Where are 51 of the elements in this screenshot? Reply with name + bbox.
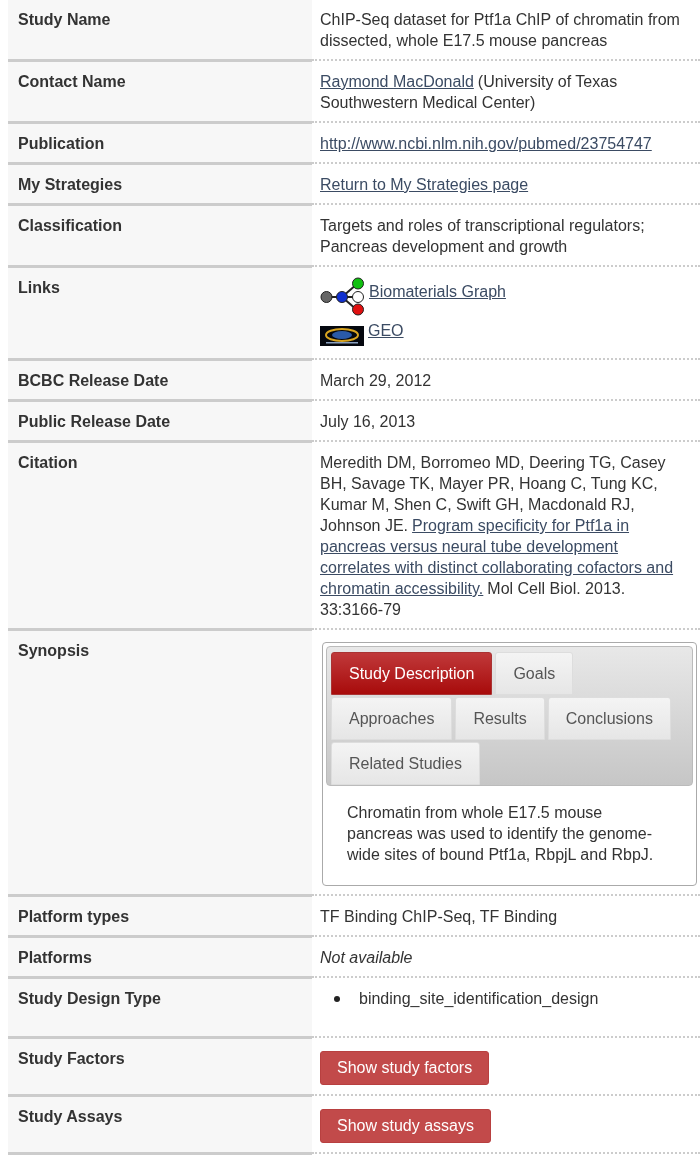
link[interactable]: correlates with distinct collaborating cofactors and <box>320 557 674 578</box>
field-value: Johnson JE. <box>320 516 409 536</box>
link[interactable]: Return to My Strategies page <box>320 174 529 195</box>
field-value: March 29, 2012 <box>320 371 433 391</box>
geo-logo-icon <box>320 326 364 346</box>
field-label: BCBC Release Date <box>8 361 312 402</box>
link[interactable]: Raymond MacDonald <box>320 71 474 92</box>
link[interactable]: Biomaterials Graph <box>369 281 506 302</box>
field-value: Not available <box>320 948 414 968</box>
field-value: ChIP-Seq dataset for Ptf1a ChIP of chromatin from dissected, whole E17.5 mouse pancreas <box>320 10 681 51</box>
field-label: Contact Name <box>8 62 312 124</box>
field-label: Links <box>8 268 312 361</box>
field-label: Synopsis <box>8 631 312 897</box>
field-label: Study Assays <box>8 1097 312 1155</box>
field-label: Public Release Date <box>8 402 312 443</box>
show-button[interactable]: Show study assays <box>320 1109 491 1143</box>
field-label: Study Design Type <box>8 979 312 1039</box>
tab-content-text: Chromatin from whole E17.5 mouse pancreas was used to identify the genome-wide sites of bound Ptf1a, RbpjL and RbpJ. <box>346 803 655 865</box>
tab[interactable]: Study Description <box>331 652 493 695</box>
field-value: (University of Texas <box>477 72 618 92</box>
field-label: Platform types <box>8 897 312 938</box>
field-value: 33:3166-79 <box>320 600 401 620</box>
field-label: Platforms <box>8 938 312 979</box>
field-value: Targets and roles of transcriptional regulators; Pancreas development and growth <box>320 216 646 257</box>
field-value: Meredith DM, Borromeo MD, Deering TG, Casey <box>320 453 666 473</box>
list-item: binding_site_identification_design <box>359 989 599 1009</box>
link[interactable]: http://www.ncbi.nlm.nih.gov/pubmed/23754747 <box>320 133 652 154</box>
field-value: BH, Savage TK, Mayer PR, Hoang C, Tung KC, <box>320 474 658 494</box>
link[interactable]: GEO <box>368 320 404 341</box>
link[interactable]: Program specificity for Ptf1a in <box>412 515 630 536</box>
link[interactable]: pancreas versus neural tube development <box>320 536 618 557</box>
tab[interactable]: Results <box>455 697 545 740</box>
field-value: Mol Cell Biol. 2013. <box>487 579 626 599</box>
field-value: Southwestern Medical Center) <box>320 93 536 113</box>
tab[interactable]: Conclusions <box>547 697 671 740</box>
field-value: Kumar M, Shen C, Swift GH, Macdonald RJ, <box>320 495 635 515</box>
field-value: July 16, 2013 <box>320 412 417 432</box>
link[interactable]: chromatin accessibility. <box>320 578 484 599</box>
tab[interactable]: Related Studies <box>331 742 480 785</box>
show-button[interactable]: Show study factors <box>320 1051 490 1085</box>
field-label: Study Name <box>8 0 312 62</box>
bullet-icon <box>334 995 340 1002</box>
network-graph-icon <box>320 277 365 316</box>
field-label: Citation <box>8 443 312 631</box>
field-label: Study Factors <box>8 1039 312 1097</box>
field-value: TF Binding ChIP-Seq, TF Binding <box>320 907 559 927</box>
tab[interactable]: Approaches <box>331 697 453 740</box>
field-label: Classification <box>8 206 312 268</box>
field-label: Publication <box>8 124 312 165</box>
tab[interactable]: Goals <box>495 652 574 695</box>
field-label: My Strategies <box>8 165 312 206</box>
